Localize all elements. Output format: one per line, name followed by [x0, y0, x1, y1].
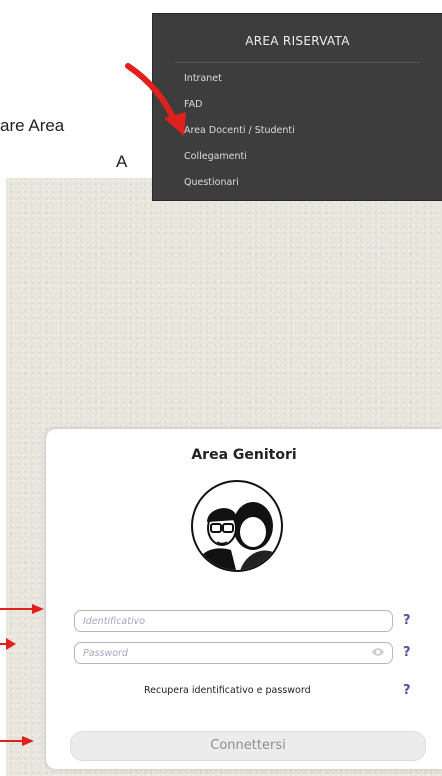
- connect-button[interactable]: Connettersi: [70, 731, 426, 761]
- menu-title: AREA RISERVATA: [245, 34, 350, 48]
- red-arrow-icon: [0, 736, 34, 746]
- menu-divider: [175, 62, 420, 63]
- menu-list: Intranet FAD Area Docenti / Studenti Col…: [184, 72, 295, 202]
- menu-item-collegamenti[interactable]: Collegamenti: [184, 150, 295, 176]
- recover-credentials-link[interactable]: Recupera identificativo e password: [144, 685, 311, 696]
- partial-text-line2: A: [116, 152, 128, 171]
- reserved-area-menu: AREA RISERVATA Intranet FAD Area Docenti…: [153, 14, 442, 200]
- identifier-input[interactable]: [74, 610, 393, 632]
- login-title: Area Genitori: [191, 447, 297, 463]
- password-help-icon[interactable]: ?: [403, 645, 411, 660]
- avatar-icon: [191, 480, 283, 572]
- recover-help-icon[interactable]: ?: [403, 683, 411, 698]
- login-card: Area Genitori ? ? Recupera identificativ…: [46, 429, 442, 769]
- menu-item-area-docenti-studenti[interactable]: Area Docenti / Studenti: [184, 124, 295, 150]
- menu-item-intranet[interactable]: Intranet: [184, 72, 295, 98]
- red-arrow-icon: [0, 638, 16, 650]
- password-input[interactable]: [74, 642, 393, 664]
- red-arrow-icon: [0, 604, 44, 614]
- partial-text-line1: are Area: [0, 116, 65, 135]
- eye-icon[interactable]: [371, 647, 385, 657]
- identifier-help-icon[interactable]: ?: [403, 613, 411, 628]
- red-arrow-icon: [125, 63, 186, 136]
- menu-item-questionari[interactable]: Questionari: [184, 176, 295, 202]
- menu-item-fad[interactable]: FAD: [184, 98, 295, 124]
